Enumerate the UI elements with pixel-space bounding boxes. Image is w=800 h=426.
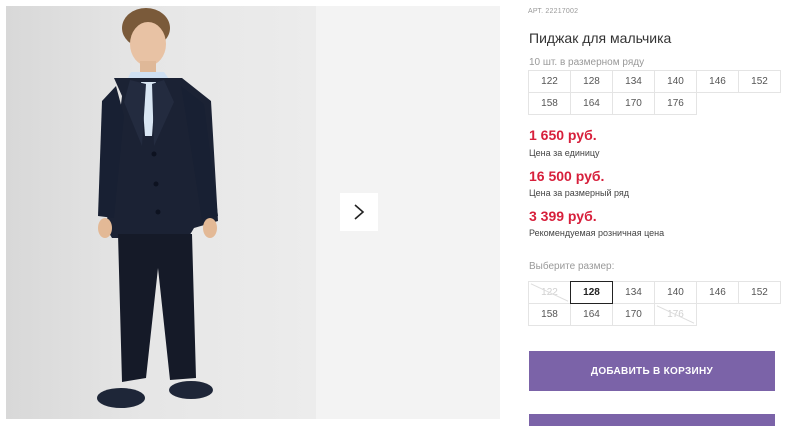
size-option-label: 158 (541, 309, 558, 320)
pack-price-label: Цена за размерный ряд (529, 188, 630, 198)
size-option[interactable]: 164 (570, 303, 613, 326)
product-gallery (0, 0, 500, 422)
size-option-label: 170 (625, 309, 642, 320)
size-option[interactable]: 176 (654, 303, 697, 326)
pack-size-cell: 134 (612, 70, 655, 93)
size-option[interactable]: 140 (654, 281, 697, 304)
unit-price-label: Цена за единицу (529, 148, 600, 158)
size-option[interactable]: 152 (738, 281, 781, 304)
chevron-right-icon (354, 204, 365, 220)
product-title: Пиджак для мальчика (529, 30, 672, 46)
pack-size-cell: 146 (696, 70, 739, 93)
pack-size-cell: 170 (612, 92, 655, 115)
pack-note: 10 шт. в размерном ряду (529, 57, 645, 68)
size-selector: 122 128 134 140 146 152 158 164 170 176 (528, 281, 781, 326)
size-option-label: 128 (583, 287, 600, 298)
pack-size-cell: 176 (654, 92, 697, 115)
size-option[interactable]: 134 (612, 281, 655, 304)
gallery-next-button[interactable] (340, 193, 378, 231)
pack-size-grid: 122 128 134 140 146 152 158 164 170 176 (528, 70, 781, 115)
product-photo[interactable] (6, 6, 316, 419)
pack-price: 16 500 руб. (529, 168, 605, 184)
pack-size-cell: 140 (654, 70, 697, 93)
pack-size-cell: 128 (570, 70, 613, 93)
size-option[interactable]: 122 (528, 281, 571, 304)
size-option-label: 134 (625, 287, 642, 298)
size-option-label: 146 (709, 287, 726, 298)
retail-price: 3 399 руб. (529, 208, 597, 224)
size-option-label: 164 (583, 309, 600, 320)
boy-in-blazer-image (97, 8, 218, 408)
size-option[interactable]: 158 (528, 303, 571, 326)
unavailable-strike-icon (656, 305, 695, 324)
pack-size-cell: 152 (738, 70, 781, 93)
size-option-label: 140 (667, 287, 684, 298)
unit-price: 1 650 руб. (529, 127, 597, 143)
add-to-cart-button[interactable]: ДОБАВИТЬ В КОРЗИНУ (529, 351, 775, 391)
size-option[interactable]: 146 (696, 281, 739, 304)
pack-size-cell: 164 (570, 92, 613, 115)
size-option-label: 152 (751, 287, 768, 298)
size-option-selected[interactable]: 128 (570, 281, 613, 304)
secondary-action-button[interactable] (529, 414, 775, 426)
sku-label: АРТ. 22217002 (528, 8, 579, 15)
size-option[interactable]: 170 (612, 303, 655, 326)
pack-size-cell: 122 (528, 70, 571, 93)
choose-size-label: Выберите размер: (529, 261, 615, 272)
retail-price-label: Рекомендуемая розничная цена (529, 228, 665, 238)
unavailable-strike-icon (530, 283, 569, 302)
pack-size-cell: 158 (528, 92, 571, 115)
